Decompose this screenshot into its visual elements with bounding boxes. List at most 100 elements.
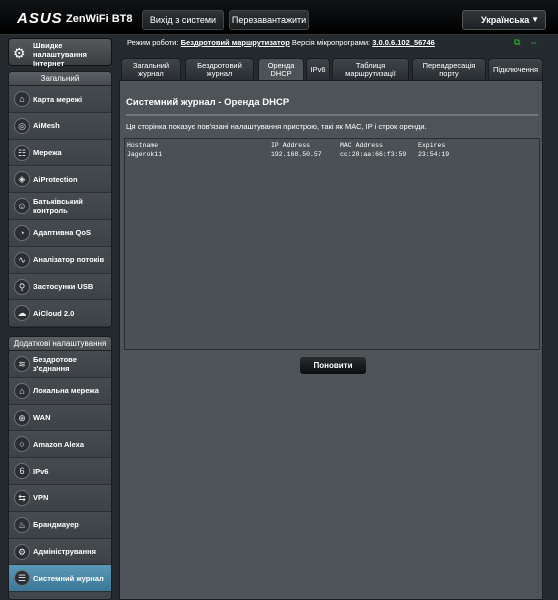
reboot-button[interactable]: Перезавантажити [229, 10, 309, 30]
family-icon: ☺ [14, 198, 30, 215]
speedometer-icon: ◔ [14, 224, 30, 241]
page-description: Ця сторінка показує пов'язані налаштуван… [126, 122, 427, 131]
wireless-icon: ≋ [14, 356, 30, 372]
menu-item-label: Адаптивна QoS [33, 228, 91, 238]
network-status-icon[interactable]: ⧉ [514, 37, 520, 47]
tab-port-forwarding[interactable]: Переадресація порту [412, 58, 486, 80]
language-value: Українська [481, 15, 530, 25]
content-panel: Системний журнал - Оренда DHCP Ця сторін… [119, 80, 543, 600]
admin-icon: ⚙ [14, 543, 30, 560]
tab-ipv6[interactable]: IPv6 [306, 58, 330, 80]
menu-item-usb-apps[interactable]: ⚲ Застосунки USB [9, 273, 111, 301]
dhcp-lease-log[interactable]: Hostname IP Address MAC Address Expires … [124, 138, 540, 350]
menu-item-label: AiProtection [33, 174, 78, 184]
mode-link[interactable]: Бездротовий маршрутизатор [181, 38, 290, 47]
menu-item-label: AiMesh [33, 121, 60, 131]
mode-label: Режим роботи: [127, 38, 179, 47]
usb-status-icon[interactable]: ⇔ [529, 37, 538, 47]
menu-item-firewall[interactable]: ♨ Брандмауер [9, 511, 111, 539]
lan-icon: ⌂ [14, 382, 30, 399]
title-divider [126, 114, 538, 116]
menu-item-administration[interactable]: ⚙ Адміністрування [9, 538, 111, 566]
top-bar: ASUS ZenWiFi BT8 Вихід з системи Перезав… [0, 0, 558, 35]
vpn-icon: ⇆ [14, 489, 30, 506]
menu-item-label: Amazon Alexa [33, 439, 84, 449]
ipv6-icon: 6 [14, 463, 30, 480]
firmware-label: Версія мікропрограми: [291, 38, 371, 47]
tab-general-log[interactable]: Загальний журнал [121, 58, 181, 80]
general-heading: Загальний [9, 72, 111, 86]
menu-item-aimesh[interactable]: ◎ AiMesh [9, 112, 111, 140]
menu-item-parental-control[interactable]: ☺ Батьківський контроль [9, 193, 111, 220]
menu-item-aiprotection[interactable]: ◈ AiProtection [9, 166, 111, 194]
menu-item-network-map[interactable]: ⌂ Карта мережі [9, 86, 111, 113]
globe-icon: ⊕ [14, 409, 30, 426]
quick-internet-setup[interactable]: ⚙ Швидке налаштування Інтернет [8, 38, 112, 68]
menu-item-label: AiCloud 2.0 [33, 308, 75, 318]
router-model: ZenWiFi BT8 [66, 13, 133, 25]
log-header-row: Hostname IP Address MAC Address Expires [125, 141, 539, 150]
menu-item-label: IPv6 [33, 466, 49, 476]
menu-item-vpn[interactable]: ⇆ VPN [9, 484, 111, 512]
menu-item-lan[interactable]: ⌂ Локальна мережа [9, 377, 111, 405]
menu-item-label: Карта мережі [33, 94, 83, 104]
wizard-icon: ⚙ [13, 45, 26, 61]
advanced-heading: Додаткові налаштування [9, 337, 111, 351]
status-line: Режим роботи: Бездротовий маршрутизатор … [127, 38, 435, 47]
network-icon: ☷ [14, 144, 30, 161]
quick-setup-label: Швидке налаштування Інтернет [33, 41, 88, 68]
menu-item-network[interactable]: ☷ Мережа [9, 139, 111, 167]
tab-routing-table[interactable]: Таблиця маршрутизації [332, 58, 409, 80]
alexa-icon: ○ [14, 436, 30, 453]
asus-logo[interactable]: ASUS [17, 10, 63, 27]
cell-expires: 23:54:19 [418, 151, 450, 158]
menu-item-aicloud[interactable]: ☁ AiCloud 2.0 [9, 300, 111, 327]
menu-item-system-log[interactable]: ☰ Системний журнал [9, 565, 111, 593]
column-ip-address: IP Address [271, 142, 311, 149]
tab-dhcp-leases[interactable]: Оренда DHCP [258, 58, 304, 81]
firmware-link[interactable]: 3.0.0.6.102_56746 [372, 38, 435, 47]
traffic-analyzer-icon: ∿ [14, 251, 30, 268]
firewall-icon: ♨ [14, 516, 30, 533]
menu-item-traffic-analyzer[interactable]: ∿ Аналізатор потоків [9, 246, 111, 274]
aimesh-icon: ◎ [14, 117, 30, 134]
menu-item-label: Системний журнал [33, 573, 104, 583]
menu-item-label: WAN [33, 413, 51, 423]
usb-icon: ⚲ [14, 278, 30, 295]
chevron-down-icon: ▼ [531, 15, 539, 24]
menu-item-label: Батьківський контроль [33, 197, 83, 216]
menu-item-adaptive-qos[interactable]: ◔ Адаптивна QoS [9, 219, 111, 247]
status-icons: ⧉ ⇔ [514, 37, 538, 48]
column-mac-address: MAC Address [340, 142, 383, 149]
menu-item-wireless[interactable]: ≋ Бездротове з'єднання [9, 351, 111, 378]
tab-connections[interactable]: Підключення [488, 58, 543, 80]
cloud-icon: ☁ [14, 305, 30, 322]
system-log-icon: ☰ [14, 570, 30, 587]
menu-item-label: Локальна мережа [33, 386, 99, 396]
menu-item-alexa[interactable]: ○ Amazon Alexa [9, 431, 111, 459]
menu-item-label: Застосунки USB [33, 282, 94, 292]
cell-hostname: Jagerok11 [127, 151, 163, 158]
menu-item-label: Аналізатор потоків [33, 255, 105, 265]
menu-item-wan[interactable]: ⊕ WAN [9, 404, 111, 432]
cell-ip-address: 192.168.50.57 [271, 151, 322, 158]
menu-item-label: Брандмауер [33, 520, 79, 530]
cell-mac-address: cc:28:aa:66:f3:59 [340, 151, 407, 158]
refresh-button[interactable]: Поновити [299, 356, 367, 375]
general-menu: Загальний ⌂ Карта мережі ◎ AiMesh ☷ Мережа … [8, 71, 112, 328]
advanced-menu: Додаткові налаштування ≋ Бездротове з'єдн… [8, 336, 112, 600]
network-map-icon: ⌂ [14, 91, 30, 107]
language-select[interactable]: Українська ▼ [462, 10, 546, 30]
logout-button[interactable]: Вихід з системи [142, 10, 224, 30]
shield-icon: ◈ [14, 171, 30, 188]
column-expires: Expires [418, 142, 446, 149]
table-row: Jagerok11 192.168.50.57 cc:28:aa:66:f3:5… [125, 150, 539, 159]
menu-item-label: VPN [33, 493, 49, 503]
page-title: Системний журнал - Оренда DHCP [126, 97, 290, 108]
menu-item-ipv6[interactable]: 6 IPv6 [9, 458, 111, 485]
menu-item-label: Адміністрування [33, 547, 97, 557]
tab-wireless-log[interactable]: Бездротовий журнал [185, 58, 254, 80]
menu-item-label: Мережа [33, 148, 62, 158]
column-hostname: Hostname [127, 142, 159, 149]
menu-item-label: Бездротове з'єднання [33, 355, 77, 373]
